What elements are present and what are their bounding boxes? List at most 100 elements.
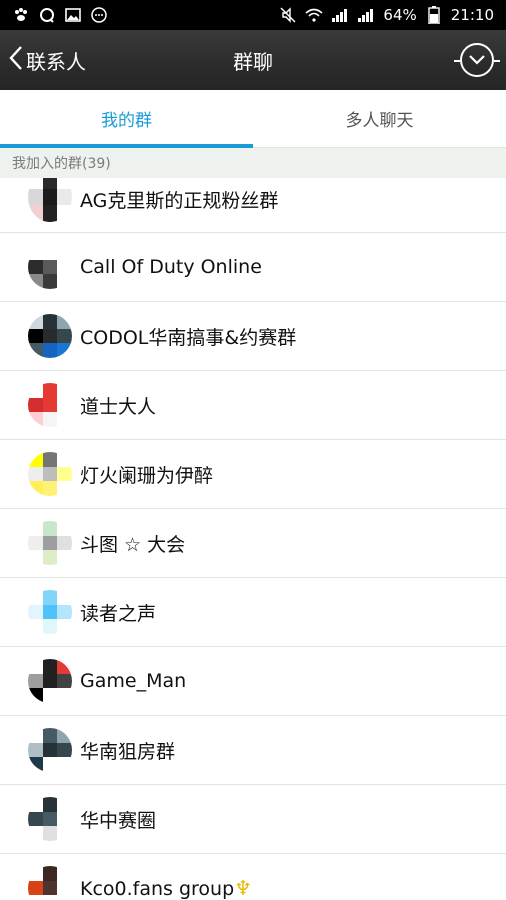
avatar-pixel bbox=[57, 412, 72, 427]
avatar-pixel bbox=[42, 205, 58, 222]
avatar-pixel bbox=[42, 259, 58, 275]
avatar-pixel bbox=[57, 178, 72, 189]
avatar-pixel bbox=[42, 521, 58, 536]
chevron-down-circle-icon bbox=[468, 51, 486, 70]
avatar-pixel bbox=[28, 880, 43, 896]
avatar-pixel bbox=[42, 742, 58, 758]
avatar-pixel bbox=[57, 757, 72, 772]
paw-icon bbox=[12, 7, 30, 23]
avatar-pixel bbox=[28, 757, 43, 772]
avatar-pixel bbox=[42, 328, 58, 344]
tab-multi-chat[interactable]: 多人聊天 bbox=[253, 90, 506, 147]
group-name: 斗图 ☆ 大会 bbox=[80, 533, 186, 556]
status-bar: 64% 21:10 bbox=[0, 0, 506, 30]
tab-my-groups[interactable]: 我的群 bbox=[0, 90, 253, 148]
avatar-pixel bbox=[28, 314, 43, 329]
battery-icon bbox=[425, 6, 443, 24]
avatar-pixel bbox=[42, 811, 58, 827]
more-options-button[interactable] bbox=[454, 43, 500, 77]
avatar-pixel bbox=[28, 688, 43, 703]
avatar-pixel bbox=[28, 412, 43, 427]
message-icon bbox=[38, 7, 56, 23]
list-item[interactable]: 华南狙房群 bbox=[0, 716, 506, 785]
avatar-pixel bbox=[42, 314, 58, 329]
list-item[interactable]: 斗图 ☆ 大会 bbox=[0, 509, 506, 578]
avatar-pixel bbox=[28, 619, 43, 634]
group-name-row: Kco0.fans group♆ bbox=[80, 876, 252, 900]
avatar-pixel bbox=[42, 895, 58, 900]
avatar-pixel bbox=[57, 673, 72, 689]
avatar-pixel bbox=[57, 811, 72, 827]
avatar-pixel bbox=[57, 383, 72, 398]
avatar-pixel bbox=[57, 880, 72, 896]
avatar-pixel bbox=[28, 328, 43, 344]
avatar-pixel bbox=[28, 259, 43, 275]
avatar-pixel bbox=[57, 274, 72, 289]
avatar-pixel bbox=[57, 328, 72, 344]
avatar-pixel bbox=[57, 397, 72, 413]
list-item[interactable]: Game_Man bbox=[0, 647, 506, 716]
list-item[interactable]: 华中赛圈 bbox=[0, 785, 506, 854]
group-name: Game_Man bbox=[80, 670, 187, 692]
avatar-pixel bbox=[42, 274, 58, 289]
avatar-pixel bbox=[57, 535, 72, 551]
avatar-pixel bbox=[57, 895, 72, 900]
avatar-pixel bbox=[28, 590, 43, 605]
list-item[interactable]: CODOL华南搞事&约赛群 bbox=[0, 302, 506, 371]
avatar-pixel bbox=[57, 728, 72, 743]
group-name: Kco0.fans group bbox=[80, 878, 235, 900]
avatar bbox=[28, 590, 72, 634]
avatar-pixel bbox=[28, 178, 43, 189]
avatar-pixel bbox=[57, 866, 72, 881]
avatar-pixel bbox=[57, 742, 72, 758]
group-name: 灯火阑珊为伊醉 bbox=[80, 464, 214, 487]
avatar-pixel bbox=[42, 412, 58, 427]
group-list: AG克里斯的正规粉丝群 Call Of Duty Online CODOL华南搞… bbox=[0, 178, 506, 900]
avatar-pixel bbox=[42, 245, 58, 260]
avatar-pixel bbox=[42, 590, 58, 605]
avatar-pixel bbox=[42, 659, 58, 674]
list-item[interactable]: 灯火阑珊为伊醉 bbox=[0, 440, 506, 509]
avatar-pixel bbox=[28, 659, 43, 674]
list-item[interactable]: Call Of Duty Online bbox=[0, 233, 506, 302]
avatar-pixel bbox=[57, 550, 72, 565]
avatar-pixel bbox=[42, 757, 58, 772]
group-name: 华中赛圈 bbox=[80, 809, 157, 832]
avatar-pixel bbox=[42, 383, 58, 398]
list-item[interactable]: AG克里斯的正规粉丝群 bbox=[0, 178, 506, 233]
avatar-pixel bbox=[57, 826, 72, 841]
avatar-pixel bbox=[28, 521, 43, 536]
tab-bar: 我的群 多人聊天 bbox=[0, 90, 506, 148]
avatar-pixel bbox=[28, 826, 43, 841]
avatar-pixel bbox=[57, 481, 72, 496]
wifi-icon bbox=[305, 7, 323, 23]
status-left-icons bbox=[12, 7, 108, 23]
avatar-pixel bbox=[57, 797, 72, 812]
list-item[interactable]: 读者之声 bbox=[0, 578, 506, 647]
clock: 21:10 bbox=[450, 6, 494, 24]
avatar bbox=[28, 728, 72, 772]
avatar-pixel bbox=[57, 452, 72, 467]
avatar-pixel bbox=[57, 188, 72, 206]
chevron-left-icon bbox=[8, 44, 24, 76]
avatar-pixel bbox=[28, 452, 43, 467]
list-item[interactable]: Kco0.fans group♆ bbox=[0, 854, 506, 900]
signal-icon bbox=[331, 7, 349, 23]
avatar bbox=[28, 383, 72, 427]
avatar-pixel bbox=[28, 742, 43, 758]
avatar-pixel bbox=[28, 895, 43, 900]
avatar bbox=[28, 659, 72, 703]
group-name: 读者之声 bbox=[80, 602, 157, 625]
avatar-pixel bbox=[28, 481, 43, 496]
avatar bbox=[28, 521, 72, 565]
list-item[interactable]: 道士大人 bbox=[0, 371, 506, 440]
back-button[interactable]: 联系人 bbox=[8, 30, 86, 90]
more-circle-icon bbox=[90, 7, 108, 23]
avatar-pixel bbox=[28, 604, 43, 620]
avatar bbox=[28, 797, 72, 841]
avatar-pixel bbox=[57, 590, 72, 605]
avatar-pixel bbox=[28, 550, 43, 565]
avatar-pixel bbox=[28, 245, 43, 260]
signal-icon-2 bbox=[357, 7, 375, 23]
group-name: 道士大人 bbox=[80, 395, 157, 418]
